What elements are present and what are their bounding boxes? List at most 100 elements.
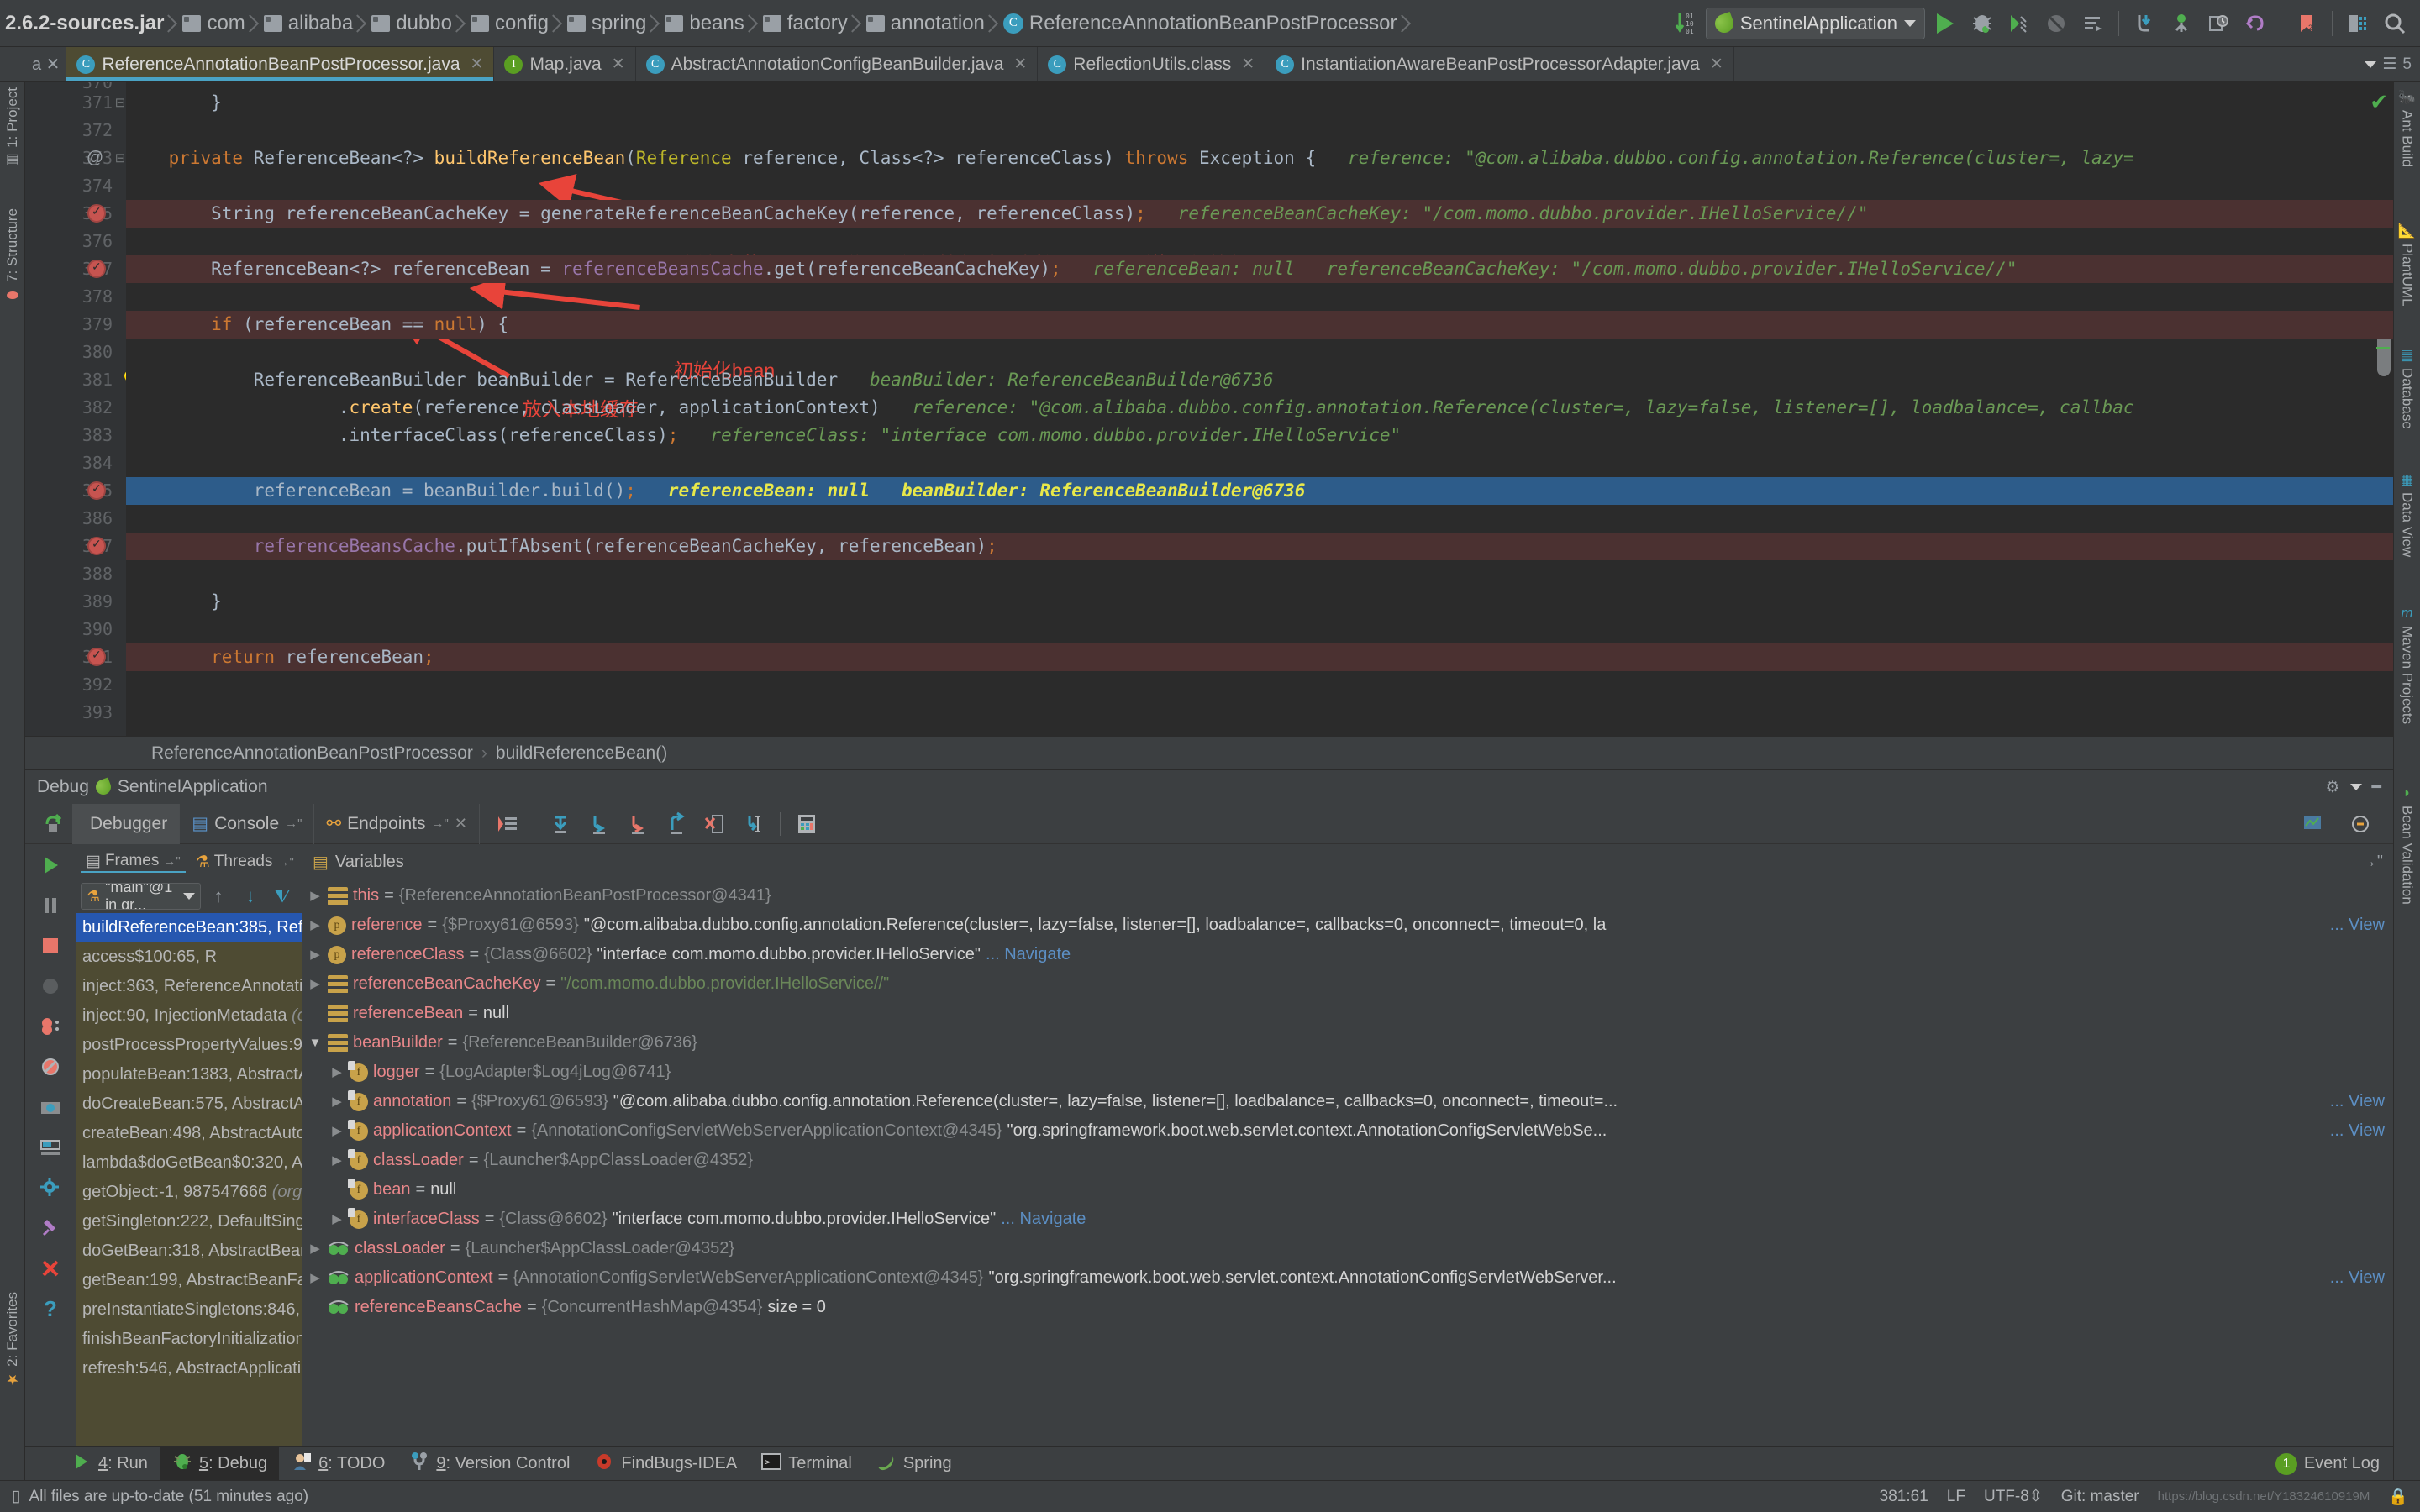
code-line[interactable] [126, 616, 2393, 643]
breadcrumb-item[interactable]: com [174, 0, 255, 46]
frame-item[interactable]: inject:363, ReferenceAnnotationBean [76, 972, 302, 1001]
debug-tab[interactable]: Debugger [72, 803, 181, 844]
variable-row[interactable]: ▶ classLoader = {Launcher$AppClassLoader@43… [302, 1234, 2393, 1263]
chevron-right-icon[interactable]: ▶ [308, 1234, 323, 1263]
breadcrumb-item[interactable]: C ReferenceAnnotationBeanPostProcessor [995, 0, 1407, 46]
code-line[interactable]: private ReferenceBean<?> buildReferenceB… [126, 144, 2393, 172]
sort-numeric-icon[interactable]: 01 10 01 [1669, 7, 1702, 40]
chevron-right-icon[interactable]: ▶ [329, 1116, 345, 1146]
code-line[interactable] [126, 505, 2393, 533]
chevron-down-icon[interactable] [2349, 784, 2362, 790]
profile-icon[interactable] [2039, 7, 2073, 40]
frame-up-icon[interactable]: ↑ [206, 884, 231, 909]
code-line[interactable] [126, 283, 2393, 311]
breadcrumb-item[interactable]: spring [559, 0, 656, 46]
variable-row[interactable]: ▼ beanBuilder = {ReferenceBeanBuilder@6736} [302, 1028, 2393, 1058]
tab-frames[interactable]: ▤ Frames →" [81, 852, 186, 873]
caret-position[interactable]: 381:61 [1880, 1488, 1928, 1506]
view-breakpoints-icon[interactable] [36, 972, 65, 1000]
breadcrumb-item[interactable]: dubbo [363, 0, 462, 46]
breadcrumb-method[interactable]: buildReferenceBean() [496, 743, 667, 764]
evaluate-expression-icon[interactable] [789, 806, 824, 842]
chevron-right-icon[interactable]: ▶ [329, 1205, 345, 1234]
lock-icon[interactable]: 🔒 [2388, 1487, 2408, 1507]
right-rail-item[interactable]: ◗ Bean Validation [2399, 785, 2416, 905]
view-link[interactable]: ... View [2330, 1087, 2393, 1116]
variable-row[interactable]: ▶ p referenceClass = {Class@6602} "interface… [302, 940, 2393, 969]
run-with-coverage-icon[interactable] [2002, 7, 2036, 40]
right-rail-item[interactable]: 📐 PlantUML [2398, 223, 2416, 307]
breakpoint-icon[interactable] [87, 481, 106, 500]
code-line[interactable] [126, 560, 2393, 588]
code-line[interactable]: } [126, 89, 2393, 117]
variable-row[interactable]: ▶ referenceBeanCacheKey = "/com.momo.dubbo… [302, 969, 2393, 999]
step-out-icon[interactable] [659, 806, 694, 842]
frame-item[interactable]: populateBean:1383, AbstractAutowi [76, 1060, 302, 1089]
breadcrumb-item[interactable]: factory [755, 0, 858, 46]
tool-window-button[interactable]: 9: Version Control [397, 1447, 581, 1481]
settings-gear-icon[interactable] [36, 1173, 65, 1202]
show-execution-point-icon[interactable] [490, 806, 525, 842]
force-step-into-icon[interactable] [620, 806, 655, 842]
frame-item[interactable]: doCreateBean:575, AbstractAutowir [76, 1089, 302, 1119]
frame-item[interactable]: lambda$doGetBean$0:320, Abstract [76, 1148, 302, 1178]
stop-program-icon[interactable] [36, 932, 65, 960]
editor-tab[interactable]: I Map.java ✕ [494, 47, 636, 81]
navigate-link[interactable]: ... Navigate [986, 940, 1071, 969]
pin-tab-icon[interactable]: →" [285, 816, 302, 831]
editor-gutter[interactable]: 370371⊟372373@⊟374375376377378379380381💡… [25, 82, 142, 736]
code-editor[interactable]: 370371⊟372373@⊟374375376377378379380381💡… [25, 82, 2393, 736]
frame-down-icon[interactable]: ↓ [238, 884, 263, 909]
breakpoints-list-icon[interactable] [36, 1012, 65, 1041]
close-icon[interactable] [36, 1254, 65, 1283]
close-icon[interactable]: ✕ [1241, 55, 1255, 74]
variable-row[interactable]: referenceBeansCache = {ConcurrentHashMap@4… [302, 1293, 2393, 1322]
close-icon[interactable]: ✕ [612, 55, 625, 74]
debug-tab[interactable]: ▤ Console →" [180, 803, 315, 844]
code-line[interactable]: .create(reference, classLoader, applicat… [126, 394, 2393, 422]
step-into-icon[interactable] [581, 806, 617, 842]
filter-frames-icon[interactable]: ⧨ [270, 884, 295, 909]
frame-item[interactable]: getObject:-1, 987547666 (org.spring [76, 1178, 302, 1207]
drop-frame-icon[interactable] [697, 806, 733, 842]
variable-row[interactable]: ▶ f logger = {LogAdapter$Log4jLog@6741} [302, 1058, 2393, 1087]
view-link[interactable]: ... View [2330, 911, 2393, 940]
variable-row[interactable]: ▶ f applicationContext = {AnnotationConfigSe… [302, 1116, 2393, 1146]
close-icon[interactable]: ✕ [1013, 55, 1027, 74]
code-line[interactable] [126, 172, 2393, 200]
chevron-right-icon[interactable]: ▶ [329, 1058, 345, 1087]
editor-tab[interactable]: C ReflectionUtils.class ✕ [1038, 47, 1266, 81]
chevron-down-icon[interactable]: ▼ [308, 1028, 323, 1058]
code-line[interactable]: ReferenceBeanBuilder beanBuilder = Refer… [126, 366, 2393, 394]
close-icon[interactable]: ✕ [1710, 55, 1723, 74]
pin-tab-icon[interactable]: →" [431, 816, 448, 831]
variable-row[interactable]: ▶ p reference = {$Proxy61@6593} "@com.alibab… [302, 911, 2393, 940]
sidebar-item-project[interactable]: ▤ 1: Project [4, 87, 21, 169]
pause-program-icon[interactable] [36, 891, 65, 920]
right-rail-item[interactable]: 🐜 Ant Build [2398, 89, 2416, 167]
code-line[interactable]: if (referenceBean == null) { [126, 311, 2393, 339]
update-project-icon[interactable] [2128, 7, 2161, 40]
frame-item[interactable]: getSingleton:222, DefaultSingletonB [76, 1207, 302, 1236]
breakpoint-icon[interactable] [87, 204, 106, 223]
gear-icon[interactable]: ⚙ [2326, 778, 2340, 797]
variable-row[interactable]: f bean = null [302, 1175, 2393, 1205]
minimize-icon[interactable]: ━ [2372, 778, 2381, 797]
rerun-icon[interactable] [35, 806, 71, 842]
camera-icon[interactable] [36, 1093, 65, 1121]
variable-row[interactable]: ▶ this = {ReferenceAnnotationBeanPostProces… [302, 881, 2393, 911]
breakpoint-icon[interactable] [87, 537, 106, 555]
frame-item[interactable]: createBean:498, AbstractAutowireCa [76, 1119, 302, 1148]
resume-program-icon[interactable] [36, 851, 65, 879]
sidebar-item-favorites[interactable]: ★ 2: Favorites [4, 1292, 21, 1388]
history-icon[interactable] [2202, 7, 2235, 40]
sidebar-item-structure[interactable]: ⬬ 7: Structure [4, 208, 21, 303]
fold-toggle-icon[interactable]: ⊟ [113, 144, 127, 172]
code-text-area[interactable]: 从缓存中获取到bean说明已经初始化过，直接返回，否则执行初始化bean初始化b… [126, 82, 2393, 736]
right-rail-item[interactable]: m Maven Projects [2399, 605, 2416, 724]
file-encoding[interactable]: UTF-8⇳ [1984, 1487, 2043, 1506]
run-configuration-selector[interactable]: SentinelApplication [1705, 7, 1925, 39]
chevron-right-icon[interactable]: ▶ [308, 1263, 323, 1293]
variable-row[interactable]: ▶ f classLoader = {Launcher$AppClassLoader@4… [302, 1146, 2393, 1175]
mute-breakpoints-icon[interactable] [2343, 806, 2378, 842]
